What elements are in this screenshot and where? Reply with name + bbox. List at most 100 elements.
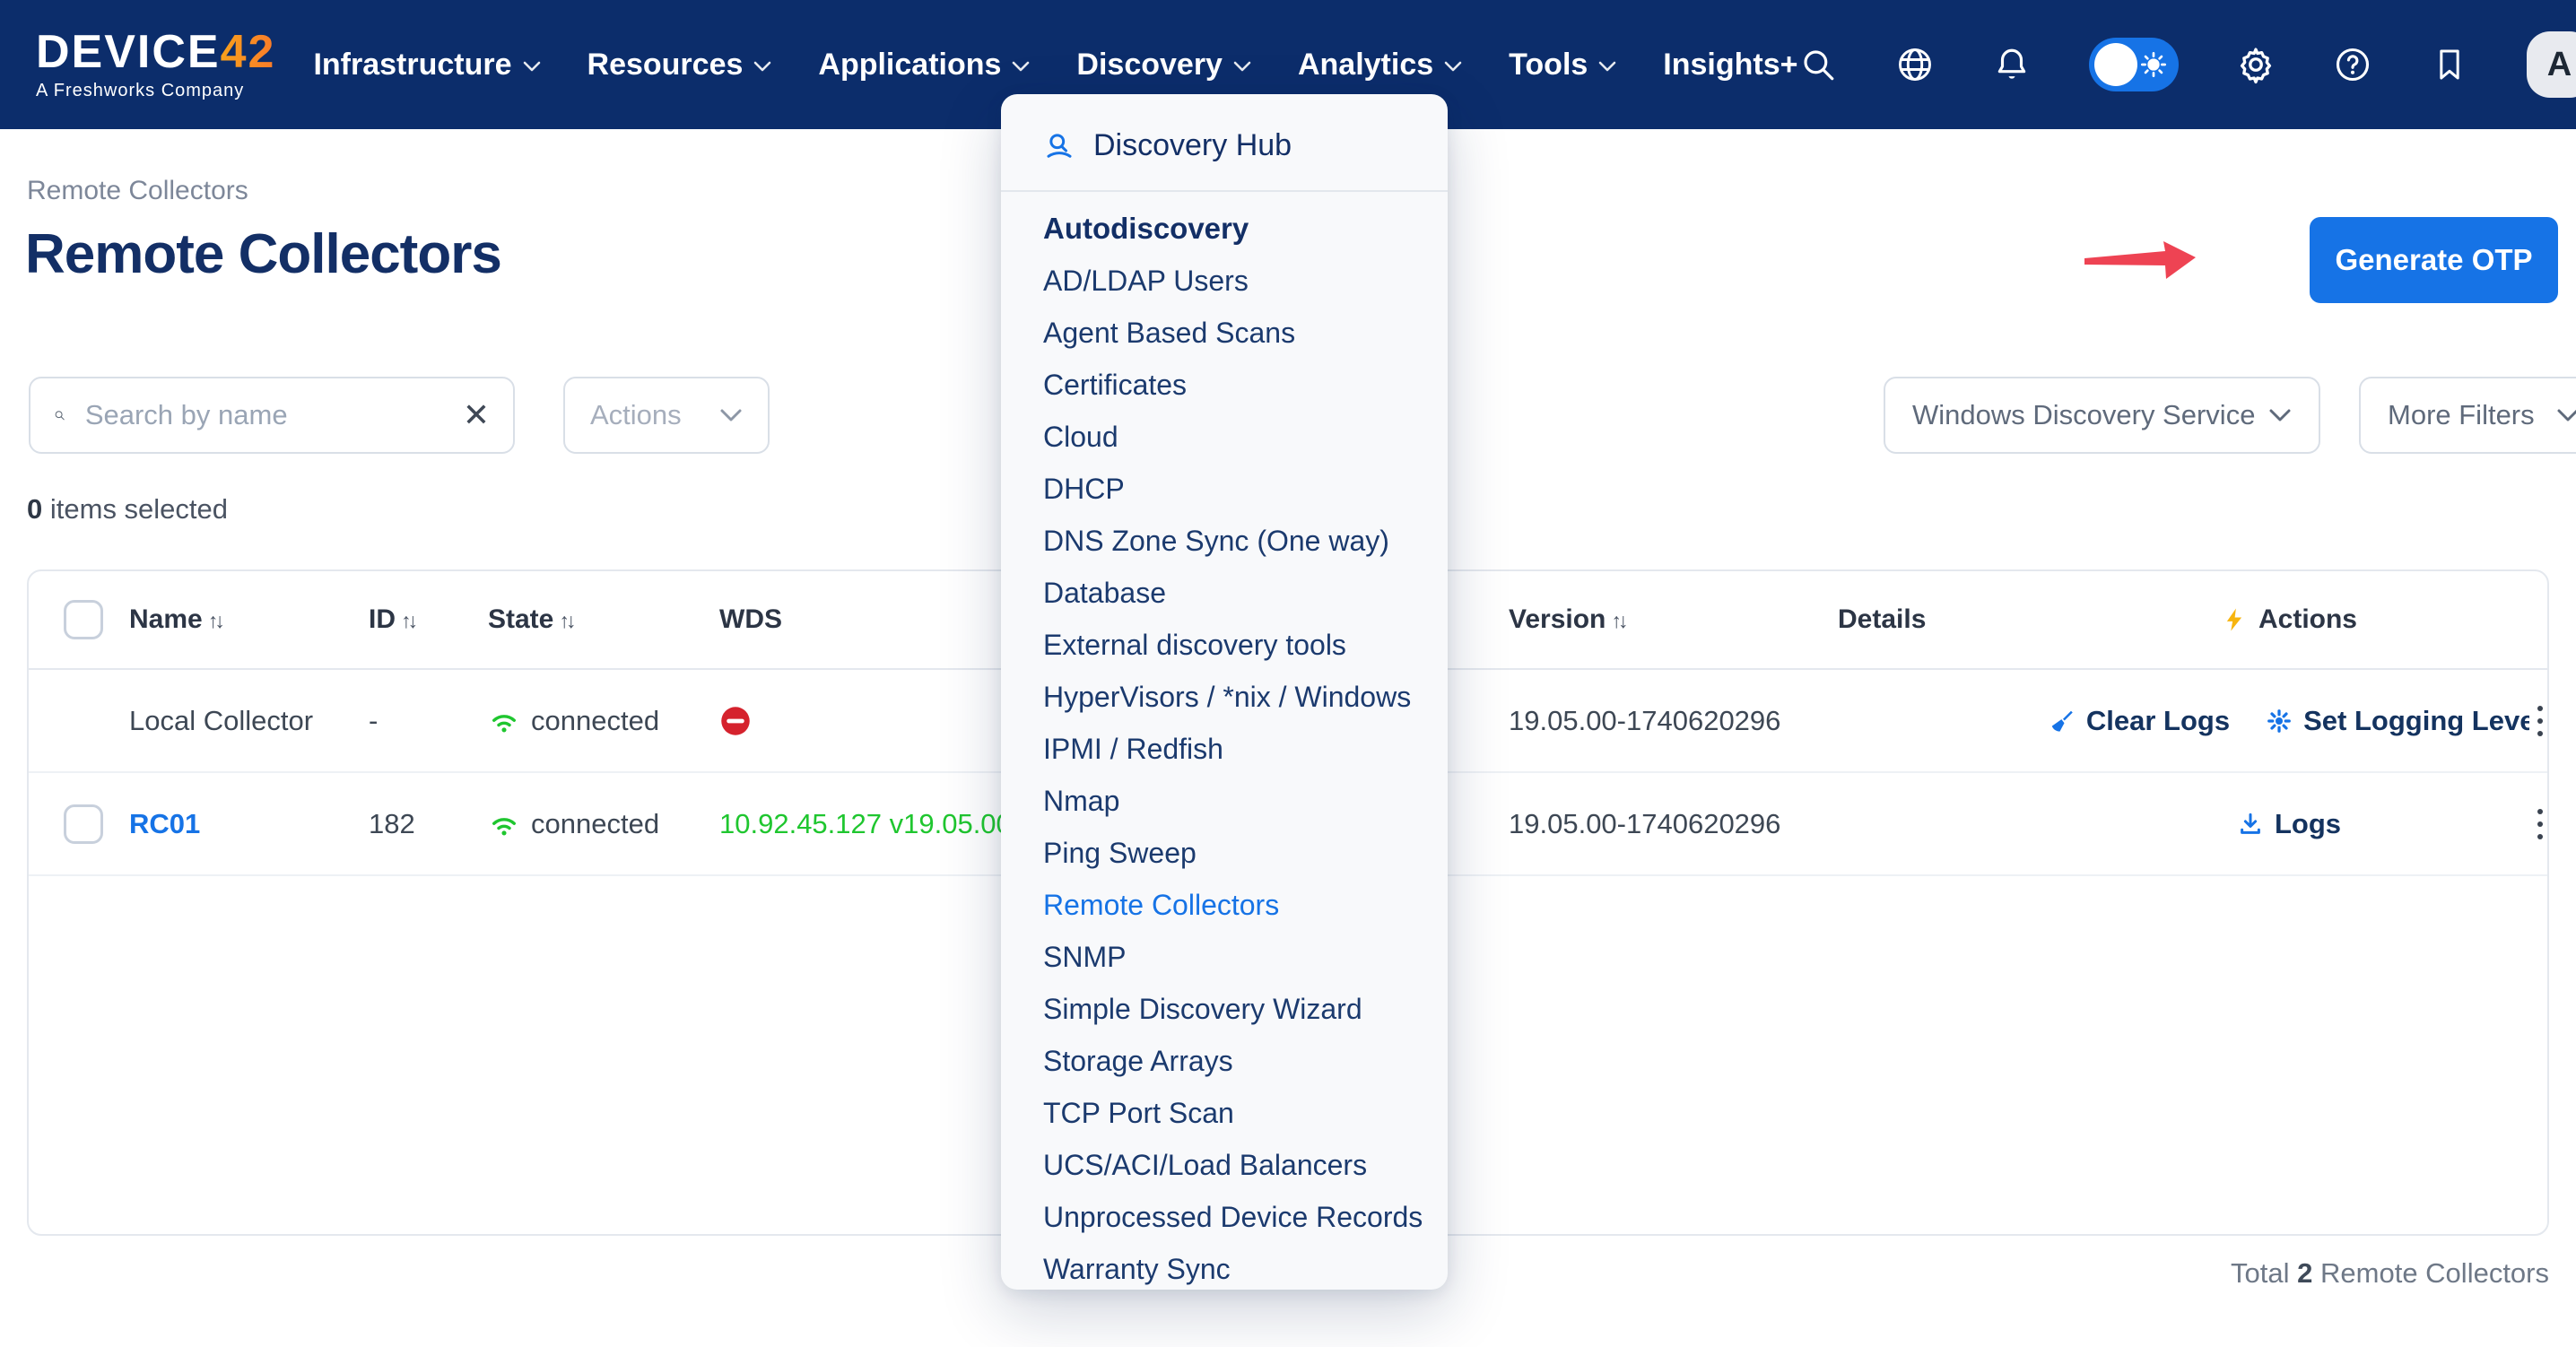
wds-blocked-icon bbox=[719, 705, 752, 737]
search-input[interactable] bbox=[85, 399, 443, 431]
row-name-cell: RC01 bbox=[129, 808, 200, 840]
help-icon[interactable] bbox=[2333, 45, 2372, 84]
header-name[interactable]: Name↑↓ bbox=[129, 604, 222, 635]
action-logs[interactable]: Logs bbox=[2237, 808, 2341, 840]
bookmark-icon[interactable] bbox=[2430, 45, 2469, 84]
nav-menu-label: Analytics bbox=[1298, 48, 1433, 83]
menu-item-storage-arrays[interactable]: Storage Arrays bbox=[1001, 1035, 1448, 1087]
kebab-icon bbox=[2537, 706, 2543, 736]
nav-menu-tools[interactable]: Tools bbox=[1509, 48, 1616, 83]
clear-search-icon[interactable]: ✕ bbox=[463, 399, 490, 431]
bell-icon[interactable] bbox=[1992, 45, 2032, 84]
more-filters-dropdown[interactable]: More Filters bbox=[2359, 377, 2576, 454]
brand-logo[interactable]: DEVICE42 A Freshworks Company bbox=[36, 29, 275, 101]
menu-item-database[interactable]: Database bbox=[1001, 567, 1448, 619]
select-all-checkbox[interactable] bbox=[64, 600, 103, 639]
menu-item-dhcp[interactable]: DHCP bbox=[1001, 463, 1448, 515]
more-filters-label: More Filters bbox=[2388, 399, 2535, 431]
state-label: connected bbox=[531, 705, 659, 737]
wifi-connected-icon bbox=[488, 705, 520, 737]
actions-dropdown[interactable]: Actions bbox=[563, 377, 770, 454]
nav-menu-label: Infrastructure bbox=[313, 48, 511, 83]
gear-icon[interactable] bbox=[2236, 45, 2276, 84]
discovery-dropdown-menu: Discovery Hub AutodiscoveryAD/LDAP Users… bbox=[1001, 94, 1448, 1290]
nav-menu-label: Tools bbox=[1509, 48, 1588, 83]
nav-menu-label: Applications bbox=[818, 48, 1001, 83]
header-state[interactable]: State↑↓ bbox=[488, 604, 572, 635]
row-actions-cell: Logs bbox=[2002, 808, 2576, 840]
menu-item-simple-discovery-wizard[interactable]: Simple Discovery Wizard bbox=[1001, 983, 1448, 1035]
nav-menu-resources[interactable]: Resources bbox=[587, 48, 772, 83]
discovery-hub-icon bbox=[1043, 130, 1075, 162]
menu-item-snmp[interactable]: SNMP bbox=[1001, 931, 1448, 983]
nav-menu-label: Insights+ bbox=[1663, 48, 1797, 83]
state-label: connected bbox=[531, 808, 659, 840]
action-clear-logs[interactable]: Clear Logs bbox=[2049, 705, 2230, 737]
row-wds-cell: 10.92.45.127 v19.05.00.1 bbox=[719, 808, 1035, 840]
row-version-cell: 19.05.00-1740620296 bbox=[1509, 705, 1780, 737]
row-checkbox[interactable] bbox=[64, 804, 103, 844]
menu-item-nmap[interactable]: Nmap bbox=[1001, 775, 1448, 827]
menu-item-unprocessed-device-records[interactable]: Unprocessed Device Records bbox=[1001, 1191, 1448, 1243]
brand-wordmark: DEVICE42 bbox=[36, 29, 275, 75]
menu-item-certificates[interactable]: Certificates bbox=[1001, 359, 1448, 411]
menu-item-warranty-sync[interactable]: Warranty Sync bbox=[1001, 1243, 1448, 1295]
chevron-down-icon bbox=[2556, 408, 2576, 422]
chevron-down-icon bbox=[753, 61, 771, 73]
set-logging-icon bbox=[2266, 708, 2293, 734]
globe-icon[interactable] bbox=[1895, 45, 1935, 84]
nav-menu-infrastructure[interactable]: Infrastructure bbox=[313, 48, 540, 83]
menu-item-agent-based-scans[interactable]: Agent Based Scans bbox=[1001, 307, 1448, 359]
nav-menu-label: Discovery bbox=[1076, 48, 1223, 83]
collector-link[interactable]: RC01 bbox=[129, 808, 200, 840]
main-nav: Infrastructure Resources Applications Disco… bbox=[313, 48, 1797, 83]
menu-item-external-discovery-tools[interactable]: External discovery tools bbox=[1001, 619, 1448, 671]
wds-filter-dropdown[interactable]: Windows Discovery Service bbox=[1884, 377, 2320, 454]
menu-section-autodiscovery: Autodiscovery bbox=[1001, 203, 1448, 255]
header-wds[interactable]: WDS bbox=[719, 604, 782, 635]
row-version-cell: 19.05.00-1740620296 bbox=[1509, 808, 1780, 840]
menu-item-hypervisors-nix-windows[interactable]: HyperVisors / *nix / Windows bbox=[1001, 671, 1448, 723]
header-version[interactable]: Version↑↓ bbox=[1509, 604, 1624, 635]
action-set-logging-level[interactable]: Set Logging Level bbox=[2266, 705, 2529, 737]
actions-label: Actions bbox=[590, 399, 682, 431]
wds-address-text: 10.92.45.127 v19.05.00.1 bbox=[719, 808, 1035, 840]
menu-divider bbox=[1001, 190, 1448, 192]
nav-menu-applications[interactable]: Applications bbox=[818, 48, 1030, 83]
menu-item-remote-collectors[interactable]: Remote Collectors bbox=[1001, 879, 1448, 931]
menu-item-tcp-port-scan[interactable]: TCP Port Scan bbox=[1001, 1087, 1448, 1139]
menu-item-ad-ldap-users[interactable]: AD/LDAP Users bbox=[1001, 255, 1448, 307]
menu-item-cloud[interactable]: Cloud bbox=[1001, 411, 1448, 463]
menu-item-discovery-hub[interactable]: Discovery Hub bbox=[1001, 116, 1448, 178]
menu-item-ipmi-redfish[interactable]: IPMI / Redfish bbox=[1001, 723, 1448, 775]
row-kebab-menu[interactable] bbox=[2522, 809, 2558, 839]
chevron-down-icon bbox=[2268, 408, 2292, 422]
clear-logs-icon bbox=[2049, 708, 2076, 734]
row-checkbox-cell bbox=[64, 804, 103, 844]
row-id-cell: 182 bbox=[369, 808, 415, 840]
avatar[interactable]: A bbox=[2527, 31, 2576, 98]
row-kebab-menu[interactable] bbox=[2522, 706, 2558, 736]
action-label: Set Logging Level bbox=[2303, 705, 2529, 737]
chevron-down-icon bbox=[523, 61, 541, 73]
generate-otp-button[interactable]: Generate OTP bbox=[2310, 217, 2558, 303]
nav-menu-analytics[interactable]: Analytics bbox=[1298, 48, 1462, 83]
menu-item-dns-zone-sync-one-way-[interactable]: DNS Zone Sync (One way) bbox=[1001, 515, 1448, 567]
nav-menu-discovery[interactable]: Discovery bbox=[1076, 48, 1251, 83]
menu-item-ucs-aci-load-balancers[interactable]: UCS/ACI/Load Balancers bbox=[1001, 1139, 1448, 1191]
page-title: Remote Collectors bbox=[25, 222, 501, 286]
action-label: Logs bbox=[2275, 808, 2341, 840]
header-details: Details bbox=[1838, 604, 1926, 635]
theme-toggle[interactable] bbox=[2089, 38, 2179, 91]
menu-item-ping-sweep[interactable]: Ping Sweep bbox=[1001, 827, 1448, 879]
header-actions: Actions bbox=[2258, 604, 2357, 635]
search-input-icon bbox=[54, 400, 65, 430]
search-icon[interactable] bbox=[1798, 45, 1838, 84]
sort-icon: ↑↓ bbox=[208, 609, 222, 632]
header-id[interactable]: ID↑↓ bbox=[369, 604, 414, 635]
sort-icon: ↑↓ bbox=[401, 609, 414, 632]
collector-id: - bbox=[369, 705, 378, 737]
nav-menu-insights-[interactable]: Insights+ bbox=[1663, 48, 1797, 83]
selected-count-text: 0 items selected bbox=[27, 493, 228, 526]
collector-name: Local Collector bbox=[129, 705, 313, 737]
